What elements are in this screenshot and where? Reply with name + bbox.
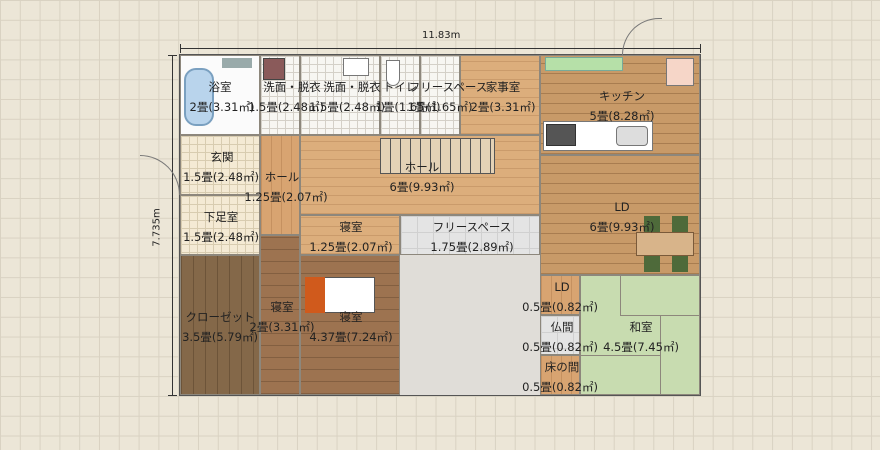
washing-machine-icon — [263, 58, 285, 80]
refrigerator-icon — [666, 58, 694, 86]
room-name-label: 仏間 — [550, 320, 574, 334]
room-washitsu[interactable] — [580, 275, 700, 395]
room-size-label: 0.5畳(0.82㎡) — [522, 340, 598, 354]
room-size-label: 6畳(9.93㎡) — [589, 220, 655, 234]
room-name-label: 和室 — [629, 320, 653, 334]
tatami-line-v2 — [660, 315, 661, 395]
room-bedroom-main[interactable] — [300, 255, 400, 395]
room-size-label: 2畳(3.31㎡) — [470, 100, 536, 114]
dining-chair-icon — [644, 256, 660, 272]
room-utility[interactable] — [460, 55, 540, 135]
room-size-label: 6畳(9.93㎡) — [389, 180, 455, 194]
height-tick-bottom — [168, 395, 177, 396]
room-name-label: 洗面・脱衣 — [263, 80, 321, 94]
room-size-label: 1.5畳(2.48㎡) — [183, 170, 259, 184]
room-size-label: 2畳(3.31㎡) — [249, 320, 315, 334]
room-name-label: フリースペース — [432, 220, 512, 234]
room-shoe-room[interactable] — [180, 195, 260, 255]
sink-icon — [343, 58, 369, 76]
room-name-label: 寝室 — [339, 310, 363, 324]
tatami-line-h2 — [580, 355, 660, 356]
room-size-label: 2畳(3.31㎡) — [189, 100, 255, 114]
room-name-label: キッチン — [599, 89, 645, 103]
room-size-label: 1畳(1.65㎡) — [407, 100, 473, 114]
shower-icon — [222, 58, 252, 68]
room-size-label: 1.5畳(2.48㎡) — [309, 100, 385, 114]
dining-table-icon — [636, 232, 694, 256]
kitchen-sink-icon — [616, 126, 648, 146]
room-entrance[interactable] — [180, 135, 260, 195]
room-size-label: 1.75畳(2.89㎡) — [430, 240, 514, 254]
room-size-label: 4.37畳(7.24㎡) — [309, 330, 393, 344]
room-size-label: 3.5畳(5.79㎡) — [182, 330, 258, 344]
room-name-label: 床の間 — [544, 360, 580, 374]
room-name-label: 家事室 — [485, 80, 521, 94]
width-tick-right — [700, 44, 701, 53]
room-bedroom-narrow[interactable] — [260, 235, 300, 395]
room-hall-small[interactable] — [260, 135, 300, 235]
room-closet[interactable] — [180, 255, 260, 395]
height-dimension-line — [172, 55, 173, 395]
room-free-space-top[interactable] — [420, 55, 460, 135]
height-tick-top — [168, 55, 177, 56]
room-name-label: 浴室 — [208, 80, 232, 94]
room-size-label: 1.25畳(2.07㎡) — [244, 190, 328, 204]
dining-chair-icon — [672, 256, 688, 272]
tatami-line-v1 — [620, 275, 621, 315]
room-size-label: 4.5畳(7.45㎡) — [603, 340, 679, 354]
height-label: 7.735m — [151, 208, 163, 247]
room-name-label: 洗面・脱衣 — [323, 80, 381, 94]
room-size-label: 1.5畳(2.48㎡) — [183, 230, 259, 244]
room-name-label: LD — [554, 280, 570, 294]
room-name-label: ホール — [264, 170, 300, 184]
width-tick-left — [180, 44, 181, 53]
room-size-label: 0.5畳(0.82㎡) — [522, 380, 598, 394]
room-size-label: 1.25畳(2.07㎡) — [309, 240, 393, 254]
bathtub-icon — [184, 68, 214, 126]
room-name-label: フリースペース — [408, 80, 488, 94]
bed-headboard-icon — [305, 277, 325, 313]
room-name-label: 玄関 — [210, 150, 234, 164]
stove-icon — [546, 124, 576, 146]
room-name-label: 寝室 — [270, 300, 294, 314]
kitchen-counter-icon — [545, 57, 623, 71]
dining-chair-icon — [672, 216, 688, 232]
width-label: 11.83m — [422, 30, 461, 41]
room-name-label: LD — [614, 200, 630, 214]
room-name-label: クローゼット — [185, 310, 255, 324]
room-name-label: 寝室 — [339, 220, 363, 234]
room-size-label: 5畳(8.28㎡) — [589, 109, 655, 123]
room-unused-area — [400, 255, 540, 395]
room-name-label: 下足室 — [203, 210, 239, 224]
room-size-label: 0.5畳(0.82㎡) — [522, 300, 598, 314]
room-name-label: ホール — [404, 160, 440, 174]
